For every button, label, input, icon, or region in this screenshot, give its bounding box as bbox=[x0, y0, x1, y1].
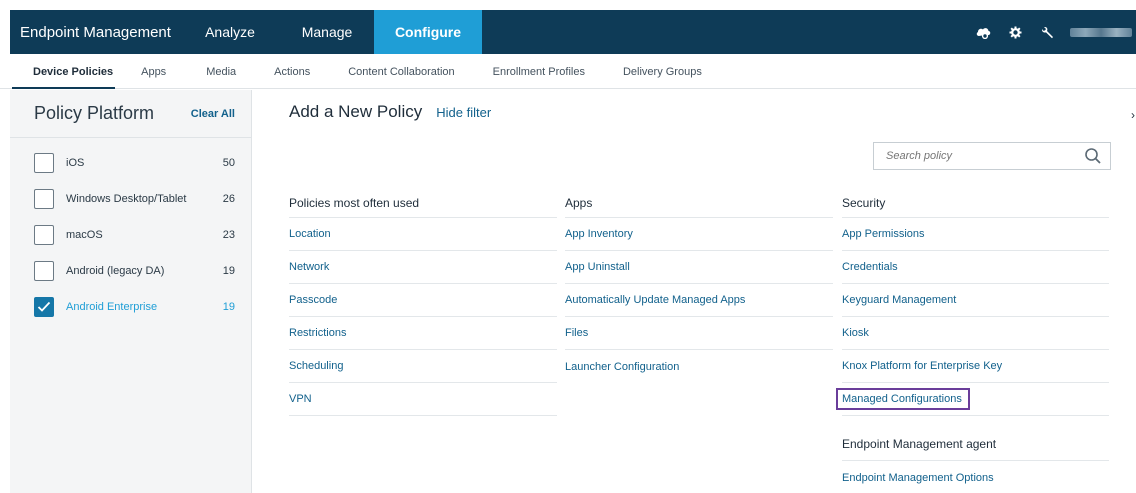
policy-link-vpn[interactable]: VPN bbox=[289, 383, 557, 416]
policy-platform-filter: Policy Platform Clear All iOS 50 Windows… bbox=[10, 90, 252, 493]
checkmark-icon bbox=[37, 301, 51, 312]
policy-link-managed-configurations-row[interactable]: Managed Configurations bbox=[836, 383, 1109, 416]
nav-manage[interactable]: Manage bbox=[280, 10, 374, 54]
policy-link-keyguard-management[interactable]: Keyguard Management bbox=[842, 284, 1109, 317]
chevron-right-icon[interactable]: › bbox=[1131, 108, 1135, 122]
page-title: Add a New Policy bbox=[289, 102, 423, 121]
policy-link-knox-key[interactable]: Knox Platform for Enterprise Key bbox=[842, 350, 1109, 383]
policy-link-kiosk[interactable]: Kiosk bbox=[842, 317, 1109, 350]
nav-analyze[interactable]: Analyze bbox=[180, 10, 280, 54]
policy-link-app-inventory[interactable]: App Inventory bbox=[565, 218, 833, 251]
nav-configure[interactable]: Configure bbox=[374, 10, 482, 54]
policy-link-managed-configurations[interactable]: Managed Configurations bbox=[836, 388, 970, 410]
column-subheading: Endpoint Management agent bbox=[842, 428, 1109, 461]
add-policy-panel: Add a New Policy Hide filter › Policies … bbox=[253, 90, 1136, 493]
policy-link-app-uninstall[interactable]: App Uninstall bbox=[565, 251, 833, 284]
column-heading: Policies most often used bbox=[289, 188, 557, 218]
filter-header: Policy Platform Clear All bbox=[10, 90, 251, 138]
tab-media[interactable]: Media bbox=[178, 55, 248, 89]
policy-link-auto-update-apps[interactable]: Automatically Update Managed Apps bbox=[565, 284, 833, 317]
nav-right-tools bbox=[974, 10, 1136, 54]
platform-count: 19 bbox=[222, 301, 235, 313]
policy-link-app-permissions[interactable]: App Permissions bbox=[842, 218, 1109, 251]
column-most-used: Policies most often used Location Networ… bbox=[289, 188, 557, 416]
column-apps: Apps App Inventory App Uninstall Automat… bbox=[565, 188, 833, 383]
user-name-redacted[interactable] bbox=[1070, 27, 1132, 37]
top-navigation-bar: Endpoint Management Analyze Manage Confi… bbox=[10, 10, 1136, 54]
platform-label: Android (legacy DA) bbox=[66, 265, 165, 277]
policy-link-passcode[interactable]: Passcode bbox=[289, 284, 557, 317]
tab-device-policies[interactable]: Device Policies bbox=[0, 55, 125, 89]
checkbox[interactable] bbox=[34, 153, 54, 173]
policy-link-endpoint-management-options[interactable]: Endpoint Management Options bbox=[842, 461, 1109, 493]
checkbox[interactable] bbox=[34, 225, 54, 245]
wrench-icon[interactable] bbox=[1038, 26, 1056, 39]
search-icon[interactable] bbox=[1084, 147, 1102, 165]
platform-count: 50 bbox=[222, 157, 235, 169]
platform-label: iOS bbox=[66, 157, 85, 169]
platform-label: Windows Desktop/Tablet bbox=[66, 193, 187, 205]
column-heading: Apps bbox=[565, 188, 833, 218]
search-input[interactable] bbox=[886, 150, 1076, 162]
policy-link-credentials[interactable]: Credentials bbox=[842, 251, 1109, 284]
gear-icon[interactable] bbox=[1006, 26, 1024, 39]
checkbox[interactable] bbox=[34, 189, 54, 209]
tab-enrollment-profiles[interactable]: Enrollment Profiles bbox=[467, 55, 597, 89]
tab-delivery-groups[interactable]: Delivery Groups bbox=[597, 55, 714, 89]
checkbox[interactable] bbox=[34, 261, 54, 281]
platform-label: Android Enterprise bbox=[66, 301, 158, 313]
brand-name: Endpoint Management bbox=[20, 23, 171, 41]
policy-link-scheduling[interactable]: Scheduling bbox=[289, 350, 557, 383]
policy-link-files[interactable]: Files bbox=[565, 317, 833, 350]
platform-item-windows[interactable]: Windows Desktop/Tablet 26 bbox=[10, 181, 251, 217]
panel-header: Add a New Policy Hide filter bbox=[289, 102, 491, 122]
cloud-gear-icon[interactable] bbox=[974, 25, 992, 39]
platform-label: macOS bbox=[66, 229, 103, 241]
policy-link-launcher-configuration[interactable]: Launcher Configuration bbox=[565, 350, 833, 383]
platform-item-macos[interactable]: macOS 23 bbox=[10, 217, 251, 253]
policy-link-network[interactable]: Network bbox=[289, 251, 557, 284]
clear-all-button[interactable]: Clear All bbox=[191, 108, 235, 120]
tab-apps[interactable]: Apps bbox=[125, 55, 178, 89]
platform-list: iOS 50 Windows Desktop/Tablet 26 macOS 2… bbox=[10, 138, 251, 325]
platform-count: 19 bbox=[222, 265, 235, 277]
hide-filter-link[interactable]: Hide filter bbox=[436, 105, 491, 120]
platform-item-android-enterprise[interactable]: Android Enterprise 19 bbox=[10, 289, 251, 325]
platform-count: 26 bbox=[222, 193, 235, 205]
filter-title: Policy Platform bbox=[34, 103, 155, 123]
tab-content-collaboration[interactable]: Content Collaboration bbox=[322, 55, 466, 89]
configure-subtabs: Device Policies Apps Media Actions Conte… bbox=[0, 55, 1136, 89]
column-heading: Security bbox=[842, 188, 1109, 218]
platform-item-ios[interactable]: iOS 50 bbox=[10, 145, 251, 181]
policy-link-restrictions[interactable]: Restrictions bbox=[289, 317, 557, 350]
search-policy-field[interactable] bbox=[873, 142, 1111, 170]
tab-actions[interactable]: Actions bbox=[248, 55, 322, 89]
checkbox-checked[interactable] bbox=[34, 297, 54, 317]
policy-link-location[interactable]: Location bbox=[289, 218, 557, 251]
top-navigation: Endpoint Management Analyze Manage Confi… bbox=[0, 0, 1136, 55]
platform-count: 23 bbox=[222, 229, 235, 241]
platform-item-android-legacy[interactable]: Android (legacy DA) 19 bbox=[10, 253, 251, 289]
column-security: Security App Permissions Credentials Key… bbox=[836, 188, 1109, 493]
